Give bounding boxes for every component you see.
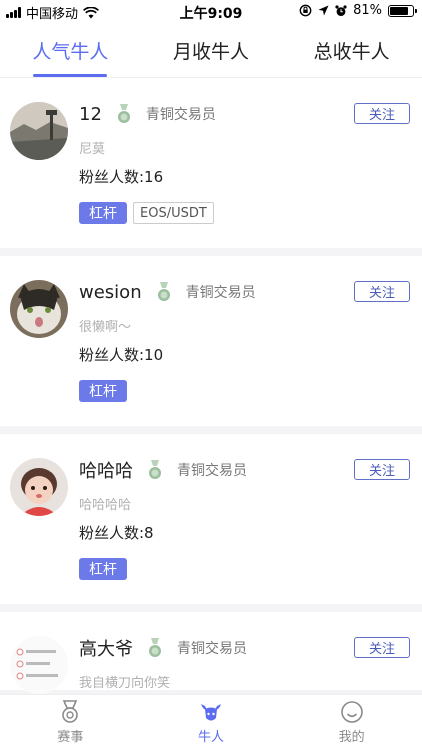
- nav-contest-label: 赛事: [57, 730, 84, 745]
- tab-monthly[interactable]: 月收牛人: [141, 24, 282, 77]
- follower-count: 粉丝人数:10: [79, 346, 164, 364]
- bronze-medal-icon: [147, 460, 163, 480]
- trader-tags: 杠杆 EOS/USDT: [79, 202, 410, 248]
- trader-card[interactable]: 关注 哈哈哈 青铜交易员 哈哈哈哈 粉丝人数:8 杠杆: [0, 434, 422, 604]
- nav-contest[interactable]: 赛事: [0, 695, 141, 750]
- follow-button[interactable]: 关注: [354, 459, 410, 480]
- medal-icon: [62, 700, 79, 723]
- tag-leverage: 杠杆: [79, 202, 127, 224]
- trader-level: 青铜交易员: [177, 641, 247, 657]
- trader-level: 青铜交易员: [177, 463, 247, 479]
- nav-traders[interactable]: 牛人: [141, 695, 282, 750]
- status-right: 81%: [299, 3, 417, 18]
- trader-list[interactable]: 关注 12 青铜交易员 尼莫 粉丝人数:16 杠杆 EOS/USDT 关注 we…: [0, 78, 422, 694]
- bronze-medal-icon: [116, 104, 132, 124]
- trader-bio: 我自横刀向你笑: [79, 676, 171, 691]
- battery-percent: 81%: [353, 3, 382, 18]
- bronze-medal-icon: [147, 638, 163, 658]
- tab-monthly-label: 月收牛人: [173, 41, 250, 63]
- follow-button[interactable]: 关注: [354, 103, 410, 124]
- follower-count: 粉丝人数:16: [79, 168, 164, 186]
- alarm-icon: [335, 4, 347, 16]
- trader-card[interactable]: 关注 高大爷 青铜交易员 我自横刀向你笑: [0, 612, 422, 694]
- battery-icon: [388, 4, 417, 17]
- trader-tags: 杠杆: [79, 558, 410, 604]
- tag-leverage: 杠杆: [79, 380, 127, 402]
- status-bar: 中国移动 上午9:09 81%: [0, 0, 422, 24]
- ranking-tabs: 人气牛人 月收牛人 总收牛人: [0, 24, 422, 78]
- trader-name: 哈哈哈: [79, 461, 133, 482]
- bronze-medal-icon: [156, 282, 172, 302]
- document-avatar[interactable]: [10, 636, 68, 694]
- nav-mine[interactable]: 我的: [281, 695, 422, 750]
- trader-bio: 尼莫: [79, 142, 106, 157]
- active-tab-indicator: [33, 74, 108, 77]
- trader-bio: 很懒啊～: [79, 320, 132, 335]
- nav-mine-label: 我的: [338, 730, 365, 745]
- tag-pair: EOS/USDT: [133, 202, 214, 224]
- tab-popular[interactable]: 人气牛人: [0, 24, 141, 77]
- tab-total[interactable]: 总收牛人: [281, 24, 422, 77]
- trader-name: 12: [79, 103, 102, 125]
- nav-traders-label: 牛人: [198, 730, 225, 745]
- tag-leverage: 杠杆: [79, 558, 127, 580]
- trader-tags: 杠杆: [79, 380, 410, 426]
- trader-card[interactable]: 关注 wesion 青铜交易员 很懒啊～ 粉丝人数:10 杠杆: [0, 256, 422, 426]
- rotation-lock-icon: [299, 4, 312, 17]
- trader-level: 青铜交易员: [145, 107, 216, 123]
- location-icon: [318, 5, 329, 16]
- trader-card[interactable]: 关注 12 青铜交易员 尼莫 粉丝人数:16 杠杆 EOS/USDT: [0, 78, 422, 248]
- landscape-avatar[interactable]: [10, 102, 68, 160]
- cat-avatar[interactable]: [10, 280, 68, 338]
- bottom-nav: 赛事 牛人 我的: [0, 694, 422, 750]
- follower-count: 粉丝人数:8: [79, 524, 154, 542]
- trader-level: 青铜交易员: [185, 285, 256, 301]
- trader-name: wesion: [79, 281, 142, 303]
- follow-button[interactable]: 关注: [354, 637, 410, 658]
- trader-name: 高大爷: [79, 639, 133, 660]
- follow-button[interactable]: 关注: [354, 281, 410, 302]
- smiley-icon: [340, 701, 363, 723]
- child-avatar[interactable]: [10, 458, 68, 516]
- battery-fill: [390, 6, 408, 15]
- tab-popular-label: 人气牛人: [32, 41, 109, 63]
- tab-total-label: 总收牛人: [313, 41, 390, 63]
- app-screen: 中国移动 上午9:09 81% 人气牛人 月收牛人 总收牛人 关注 12 青铜交…: [0, 0, 422, 750]
- bull-icon: [201, 704, 221, 721]
- trader-bio: 哈哈哈哈: [79, 498, 132, 513]
